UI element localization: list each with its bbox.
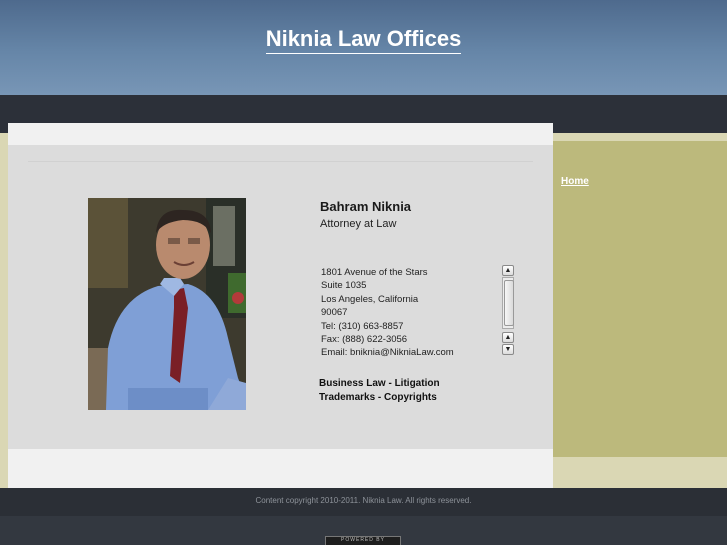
site-title-link[interactable]: Niknia Law Offices [265, 26, 462, 54]
phone-line: Tel: (310) 663-8857 [321, 320, 404, 332]
content-divider [28, 161, 533, 162]
content-top-bar [8, 123, 553, 145]
email-line: Email: bniknia@NikniaLaw.com [321, 347, 454, 359]
address-line: 1801 Avenue of the Stars [321, 267, 428, 278]
sidebar-bottom-strip [553, 457, 727, 488]
attorney-title: Attorney at Law [320, 218, 397, 230]
address-line: Suite 1035 [321, 280, 367, 292]
content-bottom-bar [8, 449, 553, 488]
address-line: Los Angeles, California [321, 293, 419, 305]
scroll-thumb[interactable] [504, 280, 514, 326]
scroll-up-button[interactable]: ▲ [502, 265, 514, 276]
practice-areas: Business Law - Litigation Trademarks - C… [319, 377, 440, 404]
sidebar-top-strip [553, 133, 727, 141]
scroll-up-button-lower[interactable]: ▲ [502, 332, 514, 343]
attorney-photo [88, 198, 246, 410]
address-line: 90067 [321, 307, 348, 319]
fax-line: Fax: (888) 622-3056 [321, 334, 408, 346]
site-header: Niknia Law Offices [0, 0, 727, 95]
sidebar [553, 141, 727, 457]
scroll-track[interactable] [502, 277, 514, 329]
practice-line: Business Law - Litigation [319, 378, 440, 389]
site-title-wrap: Niknia Law Offices [0, 26, 727, 54]
main-content: Bahram Niknia Attorney at Law 1801 Avenu… [8, 123, 553, 488]
copyright-text: Content copyright 2010-2011. Niknia Law.… [255, 496, 472, 505]
nav-item-home[interactable]: Home [561, 176, 589, 187]
contact-scrollbar[interactable]: ▲ ▲ ▼ [502, 265, 514, 357]
practice-line: Trademarks - Copyrights [319, 391, 437, 403]
attorney-name: Bahram Niknia [320, 199, 412, 214]
powered-by-badge[interactable]: POWERED BY [325, 536, 401, 545]
scroll-down-button[interactable]: ▼ [502, 344, 514, 355]
contact-info: 1801 Avenue of the Stars Suite 1035 Los … [321, 266, 496, 360]
left-margin [0, 133, 8, 488]
